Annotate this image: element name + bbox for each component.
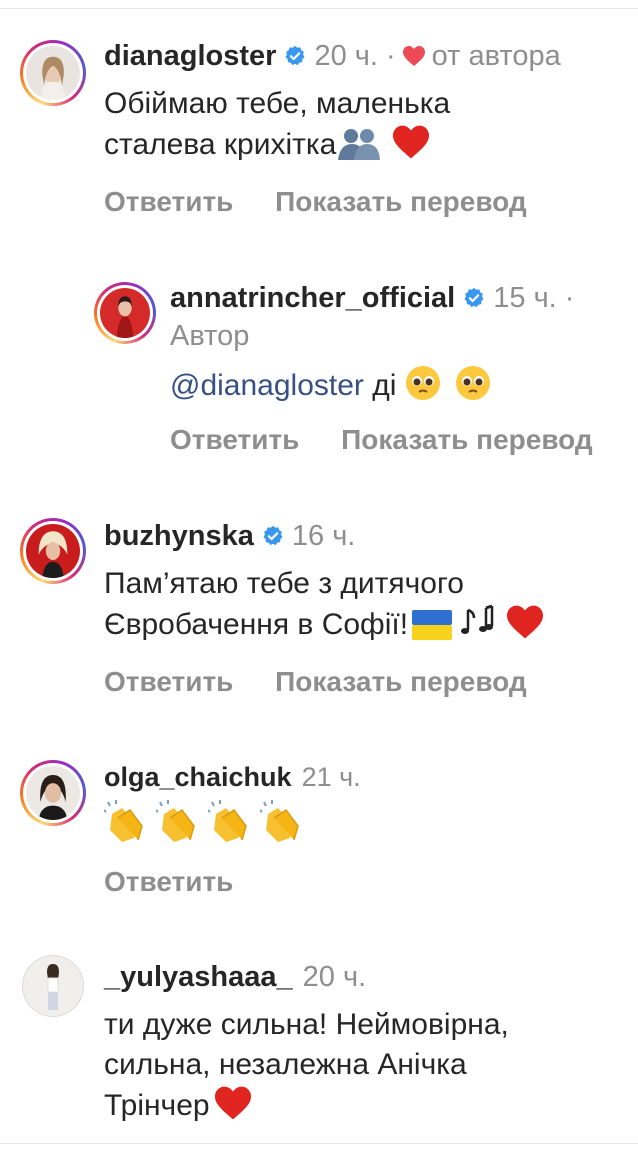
username[interactable]: buzhynska [104,518,254,554]
clapping-hands-emoji-icon [104,800,143,842]
red-heart-emoji-icon [507,605,544,639]
comment-text-line-3: Трінчер [104,1085,509,1126]
liked-by-author-label: от автора [431,40,561,72]
avatar-dianagloster[interactable] [20,40,86,106]
comment-text-line: Пам’ятаю тебе з дитячого [104,567,464,600]
reply-button[interactable]: Ответить [104,866,233,897]
show-translation-button[interactable]: Показать перевод [341,424,593,455]
avatar-olga-chaichuk[interactable] [20,760,86,826]
dot-separator: · [377,40,396,72]
comment-time: 15 ч. [493,282,557,314]
author-label: Автор [170,320,250,352]
show-translation-button[interactable]: Показать перевод [275,186,527,217]
verified-badge-icon [464,287,484,308]
username[interactable]: _yulyashaaa_ [104,959,293,995]
red-heart-emoji-icon [214,1086,251,1120]
comment-text-line: Обіймаю тебе, маленька [104,87,451,120]
username[interactable]: dianagloster [104,38,276,74]
comment-time: 16 ч. [291,520,356,552]
clapping-hands-emoji-icon [208,800,247,842]
comment-text: Євробачення в Софії! [104,608,409,641]
ukraine-flag-emoji-icon [412,610,453,640]
red-heart-emoji-icon [393,125,430,159]
clapping-hands-emoji-icon [156,800,195,842]
verified-badge-icon [263,525,283,546]
verified-badge-icon [285,45,305,66]
bottom-divider [0,1143,638,1144]
mention-link[interactable]: @dianagloster [170,369,364,402]
reply-button[interactable]: Ответить [104,186,233,217]
top-divider [0,8,638,9]
heart-icon [402,46,425,66]
comment-text-line-2: сталева крихітка [104,124,450,165]
avatar-yulyashaaa[interactable] [22,955,84,1017]
comment-text-line: ти дуже сильна! Неймовірна, [104,1008,509,1041]
avatar-annatrincher-official[interactable] [94,282,156,344]
comment-text-line-2: Євробачення в Софії! [104,604,546,645]
pleading-face-emoji-icon [405,366,440,400]
comment-time: 20 ч. [314,40,378,72]
reply-button[interactable]: Ответить [104,666,233,697]
pleading-face-emoji-icon [456,366,491,400]
username[interactable]: annatrincher_official [170,280,455,316]
clapping-hands-emoji-icon [260,800,299,842]
comment-text: сталева крихітка [104,128,337,161]
comment-time: 21 ч. [301,762,361,792]
reply-button[interactable]: Ответить [170,424,299,455]
people-hugging-emoji-icon [338,129,381,160]
comment-text: ді [363,369,397,402]
comment-time: 20 ч. [302,961,367,993]
musical-notes-emoji-icon [461,604,494,634]
username[interactable]: olga_chaichuk [104,759,292,795]
dot-separator: · [556,282,575,314]
show-translation-button[interactable]: Показать перевод [275,666,527,697]
comment-text-line: сильна, незалежна Анічка [104,1048,467,1081]
avatar-buzhynska[interactable] [20,518,86,584]
comment-text: Трінчер [104,1089,210,1122]
